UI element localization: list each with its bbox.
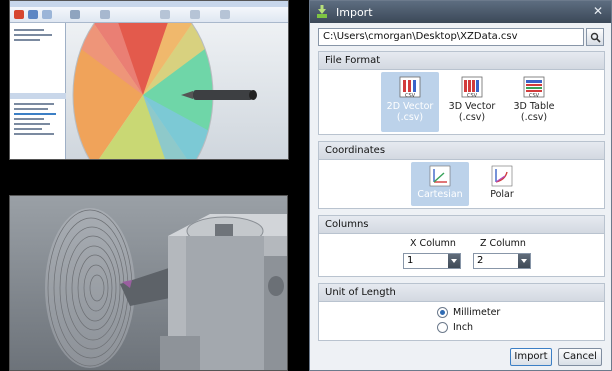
- stylus-probe-graphic: [181, 90, 257, 100]
- dialog-titlebar[interactable]: Import ✕: [310, 1, 611, 23]
- app-ribbon: [10, 7, 288, 23]
- format-label-line2: (.csv): [458, 112, 486, 123]
- vector-2d-icon: CSV: [399, 76, 421, 99]
- chevron-down-icon[interactable]: [518, 254, 530, 268]
- svg-text:CSV: CSV: [405, 93, 416, 99]
- unit-label: Millimeter: [453, 307, 501, 318]
- z-column-select[interactable]: 2: [473, 253, 531, 269]
- columns-header: Columns: [319, 216, 604, 234]
- z-column-value: 2: [477, 255, 484, 266]
- application-window-thumbnail: [9, 0, 289, 160]
- x-column-label: X Column: [410, 238, 456, 249]
- format-option-3d-table[interactable]: CSV 3D Table (.csv): [505, 72, 563, 132]
- format-label-line1: 3D Vector: [448, 101, 496, 112]
- format-option-3d-vector[interactable]: CSV 3D Vector (.csv): [443, 72, 501, 132]
- coordinate-label: Cartesian: [417, 189, 463, 200]
- svg-text:CSV: CSV: [529, 93, 540, 99]
- close-icon[interactable]: ✕: [593, 4, 603, 18]
- unit-radio-inch[interactable]: Inch: [437, 322, 473, 333]
- ribbon-icon: [70, 10, 80, 19]
- file-path-input[interactable]: C:\Users\cmorgan\Desktop\XZData.csv: [318, 28, 584, 46]
- import-arrow-icon: [317, 5, 327, 18]
- coordinates-group: Coordinates Cartesian Polar: [318, 141, 605, 209]
- browse-button[interactable]: [586, 28, 604, 46]
- search-icon: [590, 32, 601, 43]
- format-label-line1: 2D Vector: [386, 101, 434, 112]
- unit-of-length-group: Unit of Length Millimeter Inch: [318, 283, 605, 341]
- ribbon-icon: [14, 10, 24, 19]
- vector-3d-icon: CSV: [461, 76, 483, 99]
- format-label-line2: (.csv): [396, 112, 424, 123]
- ribbon-icon: [220, 10, 230, 19]
- coordinate-option-cartesian[interactable]: Cartesian: [411, 162, 469, 206]
- x-column-value: 1: [407, 255, 414, 266]
- unit-radio-millimeter[interactable]: Millimeter: [437, 307, 500, 318]
- machined-part-graphic: [45, 208, 287, 370]
- model-render-thumbnail: [9, 195, 288, 371]
- coordinate-label: Polar: [490, 189, 514, 200]
- coordinates-header: Coordinates: [319, 142, 604, 160]
- import-button[interactable]: Import: [510, 348, 552, 366]
- dialog-title: Import: [336, 6, 373, 19]
- file-format-group: File Format CSV 2D Vector (.csv) CSV 3D …: [318, 51, 605, 135]
- cancel-button[interactable]: Cancel: [558, 348, 602, 366]
- table-3d-icon: CSV: [523, 76, 545, 99]
- coordinate-option-polar[interactable]: Polar: [473, 162, 531, 206]
- unit-label: Inch: [453, 322, 474, 333]
- unit-of-length-header: Unit of Length: [319, 284, 604, 302]
- screenshot-root: Import ✕ C:\Users\cmorgan\Desktop\XZData…: [0, 0, 612, 371]
- z-column-label: Z Column: [480, 238, 526, 249]
- import-dialog: Import ✕ C:\Users\cmorgan\Desktop\XZData…: [309, 0, 612, 371]
- radio-button-selected[interactable]: [437, 307, 448, 318]
- ribbon-icon: [28, 10, 38, 19]
- columns-group: Columns X Column 1 Z Column 2: [318, 215, 605, 277]
- ribbon-icon: [42, 10, 52, 19]
- ribbon-icon: [100, 10, 110, 19]
- cartesian-axes-icon: [429, 165, 451, 187]
- ribbon-icon: [160, 10, 170, 19]
- svg-text:CSV: CSV: [467, 93, 478, 99]
- app-tree-panel: [10, 23, 66, 159]
- chevron-down-icon[interactable]: [448, 254, 460, 268]
- format-label-line2: (.csv): [520, 112, 548, 123]
- app-3d-viewport: [66, 23, 288, 159]
- ribbon-icon: [190, 10, 200, 19]
- polar-axes-icon: [491, 165, 513, 187]
- x-column-select[interactable]: 1: [403, 253, 461, 269]
- radio-button[interactable]: [437, 322, 448, 333]
- format-label-line1: 3D Table: [513, 101, 555, 112]
- file-format-header: File Format: [319, 52, 604, 70]
- format-option-2d-vector[interactable]: CSV 2D Vector (.csv): [381, 72, 439, 132]
